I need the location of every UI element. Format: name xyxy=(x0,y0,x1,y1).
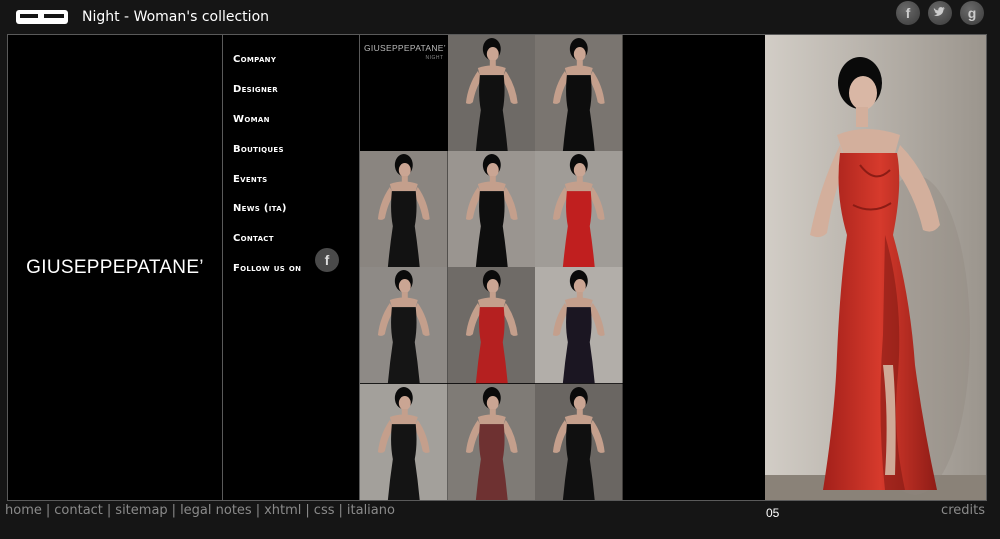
footer-link-italiano[interactable]: italiano xyxy=(347,503,395,518)
nav-item-boutiques[interactable]: Boutiques xyxy=(223,134,359,164)
large-photo-image xyxy=(765,35,986,500)
collection-name: NIGHT xyxy=(425,55,444,61)
collection-thumbnail[interactable] xyxy=(447,383,536,500)
dress-thumbnail-image xyxy=(447,151,536,268)
dress-thumbnail-image xyxy=(447,267,536,384)
main-frame: GIUSEPPEPATANE’ Company Designer Woman B… xyxy=(7,34,987,501)
social-links: f g xyxy=(896,1,984,25)
footer-link-sitemap[interactable]: sitemap xyxy=(115,503,167,518)
dress-thumbnail-image xyxy=(447,35,536,152)
footer-link-contact[interactable]: contact xyxy=(54,503,103,518)
credits-link[interactable]: credits xyxy=(941,503,985,518)
spacer xyxy=(623,35,765,500)
dress-thumbnail-image xyxy=(535,267,623,384)
nav-item-contact[interactable]: Contact xyxy=(223,224,359,254)
page-title: Night - Woman's collection xyxy=(82,9,270,25)
footer-link-home[interactable]: home xyxy=(5,503,42,518)
nav-panel: Company Designer Woman Boutiques Events … xyxy=(223,35,360,500)
dress-thumbnail-image xyxy=(360,151,448,268)
nav-item-company[interactable]: Company xyxy=(223,45,359,75)
nav-item-news[interactable]: News (ita) xyxy=(223,194,359,224)
dress-thumbnail-image xyxy=(535,35,623,152)
collection-thumbnail[interactable] xyxy=(535,383,623,500)
footer-link-xhtml[interactable]: xhtml xyxy=(264,503,301,518)
main-nav: Company Designer Woman Boutiques Events … xyxy=(223,35,359,283)
collection-thumbnail[interactable] xyxy=(360,383,448,500)
site-logo[interactable] xyxy=(16,10,68,24)
dress-thumbnail-image xyxy=(447,383,536,500)
collection-grid: GIUSEPPEPATANE’ NIGHT xyxy=(360,35,623,500)
collection-label: GIUSEPPEPATANE’ NIGHT xyxy=(360,35,448,152)
facebook-icon[interactable]: f xyxy=(896,1,920,25)
footer-link-legal-notes[interactable]: legal notes xyxy=(180,503,252,518)
collection-thumbnail[interactable] xyxy=(447,35,536,152)
page-number: 05 xyxy=(766,506,780,520)
collection-thumbnail[interactable] xyxy=(535,151,623,268)
footer-link-css[interactable]: css xyxy=(314,503,335,518)
google-icon[interactable]: g xyxy=(960,1,984,25)
collection-thumbnail[interactable] xyxy=(535,267,623,384)
collection-brand: GIUSEPPEPATANE’ xyxy=(364,43,446,53)
brand-panel: GIUSEPPEPATANE’ xyxy=(8,35,223,500)
dress-thumbnail-image xyxy=(360,383,448,500)
collection-thumbnail[interactable] xyxy=(360,267,448,384)
facebook-icon[interactable]: f xyxy=(315,248,339,272)
dress-thumbnail-image xyxy=(360,267,448,384)
nav-item-events[interactable]: Events xyxy=(223,164,359,194)
nav-item-designer[interactable]: Designer xyxy=(223,75,359,105)
brand-name: GIUSEPPEPATANE’ xyxy=(26,256,204,278)
collection-thumbnail[interactable] xyxy=(447,151,536,268)
collection-thumbnail[interactable] xyxy=(360,151,448,268)
dress-thumbnail-image xyxy=(535,383,623,500)
collection-thumbnail[interactable] xyxy=(447,267,536,384)
twitter-icon[interactable] xyxy=(928,1,952,25)
dress-thumbnail-image xyxy=(535,151,623,268)
collection-thumbnail[interactable] xyxy=(535,35,623,152)
nav-item-woman[interactable]: Woman xyxy=(223,105,359,135)
footer-links: home | contact | sitemap | legal notes | xhtml | c… xyxy=(5,503,395,518)
large-photo xyxy=(765,35,986,500)
